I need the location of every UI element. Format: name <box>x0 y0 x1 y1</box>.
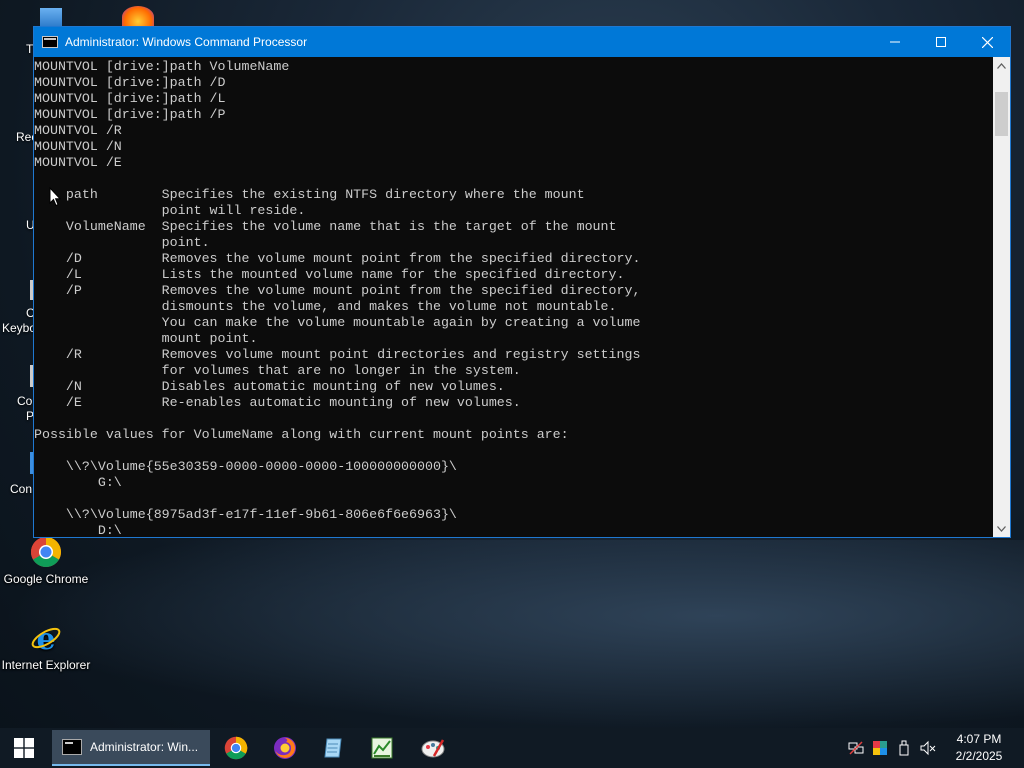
mouse-pointer-icon <box>49 187 61 207</box>
tray-volume[interactable] <box>916 728 940 768</box>
console-line: G:\ <box>34 475 122 490</box>
minimize-button[interactable] <box>872 27 918 57</box>
usb-icon <box>899 740 909 756</box>
console-line: /R Removes volume mount point directorie… <box>34 347 641 362</box>
tray-network[interactable] <box>844 728 868 768</box>
color-icon <box>873 741 887 755</box>
chrome-icon <box>224 736 248 760</box>
console-line: \\?\Volume{8975ad3f-e17f-11ef-9b61-806e6… <box>34 507 457 522</box>
close-icon <box>981 36 993 48</box>
tray-color[interactable] <box>868 728 892 768</box>
console-line: VolumeName Specifies the volume name tha… <box>34 219 617 234</box>
notepad-icon <box>324 738 342 758</box>
maximize-icon <box>936 37 946 47</box>
console-line: You can make the volume mountable again … <box>34 315 641 330</box>
desktop-label-partial: Keybo <box>2 321 37 335</box>
console-line: /D Removes the volume mount point from t… <box>34 251 641 266</box>
chevron-up-icon <box>997 62 1006 69</box>
desktop-icon-label: Google Chrome <box>3 572 89 586</box>
firefox-desktop-icon[interactable] <box>122 6 154 28</box>
tray-usb[interactable] <box>892 728 916 768</box>
close-button[interactable] <box>964 27 1010 57</box>
command-prompt-window[interactable]: Administrator: Windows Command Processor… <box>33 26 1011 538</box>
taskbar-item-command-prompt[interactable]: Administrator: Win... <box>52 730 210 766</box>
taskbar-item-label: Administrator: Win... <box>90 740 199 754</box>
console-line: MOUNTVOL [drive:]path /P <box>34 107 226 122</box>
console-line: MOUNTVOL /R <box>34 123 122 138</box>
desktop-icon-label: Internet Explorer <box>1 658 91 672</box>
console-app-icon <box>62 739 82 755</box>
spreadsheet-icon <box>371 737 393 759</box>
console-line: /L Lists the mounted volume name for the… <box>34 267 625 282</box>
console-line: MOUNTVOL /E <box>34 155 122 170</box>
console-text: MOUNTVOL [drive:]path VolumeName MOUNTVO… <box>34 57 995 537</box>
svg-text:e: e <box>36 622 55 654</box>
console-line: D:\ <box>34 523 122 537</box>
console-line: /P Removes the volume mount point from t… <box>34 283 641 298</box>
console-output[interactable]: MOUNTVOL [drive:]path VolumeName MOUNTVO… <box>34 57 995 537</box>
taskbar-pinned-spreadsheet[interactable] <box>370 736 394 760</box>
taskbar-clock[interactable]: 4:07 PM 2/2/2025 <box>944 731 1014 765</box>
taskbar-pinned-paint[interactable] <box>420 736 445 760</box>
console-line: mount point. <box>34 331 258 346</box>
vertical-scrollbar[interactable] <box>993 57 1010 537</box>
console-line: Possible values for VolumeName along wit… <box>34 427 569 442</box>
clock-time: 4:07 PM <box>956 732 1002 746</box>
console-line: /N Disables automatic mounting of new vo… <box>34 379 505 394</box>
maximize-button[interactable] <box>918 27 964 57</box>
scroll-down-button[interactable] <box>993 520 1010 537</box>
console-line: /E Re-enables automatic mounting of new … <box>34 395 521 410</box>
console-line: MOUNTVOL [drive:]path /L <box>34 91 226 106</box>
window-title: Administrator: Windows Command Processor <box>65 35 308 49</box>
taskbar-pinned-notepad[interactable] <box>322 736 346 760</box>
console-line: dismounts the volume, and makes the volu… <box>34 299 617 314</box>
desktop-icon-internet-explorer[interactable]: e Internet Explorer <box>0 622 94 672</box>
volume-muted-icon <box>920 740 936 756</box>
chevron-down-icon <box>997 525 1006 532</box>
desktop-label-partial: Con <box>10 482 33 496</box>
taskbar-pinned-chrome[interactable] <box>224 736 248 760</box>
console-line: point. <box>34 235 210 250</box>
console-app-icon <box>42 36 58 48</box>
internet-explorer-icon: e <box>30 622 62 657</box>
console-line: MOUNTVOL [drive:]path VolumeName <box>34 59 290 74</box>
system-tray: 4:07 PM 2/2/2025 <box>844 728 1024 768</box>
firefox-icon <box>274 737 296 759</box>
desktop-icon-partial-top[interactable] <box>40 8 62 28</box>
console-line: MOUNTVOL [drive:]path /D <box>34 75 226 90</box>
network-icon <box>848 741 864 755</box>
taskbar-pinned-firefox[interactable] <box>273 736 297 760</box>
taskbar: Administrator: Win... 4:07 PM 2/2/2025 <box>0 728 1024 768</box>
clock-date: 2/2/2025 <box>955 749 1003 763</box>
console-line: MOUNTVOL /N <box>34 139 122 154</box>
start-button[interactable] <box>0 728 48 768</box>
minimize-icon <box>890 41 900 43</box>
desktop-label-partial: Co <box>17 394 33 408</box>
desktop-icon-google-chrome[interactable]: Google Chrome <box>0 536 94 586</box>
scrollbar-thumb[interactable] <box>995 92 1008 136</box>
chrome-icon <box>30 536 62 568</box>
scroll-up-button[interactable] <box>993 57 1010 74</box>
paint-icon <box>421 739 445 758</box>
windows-logo-icon <box>14 738 34 758</box>
desktop-background <box>0 540 1024 730</box>
console-line: for volumes that are no longer in the sy… <box>34 363 521 378</box>
console-line: \\?\Volume{55e30359-0000-0000-0000-10000… <box>34 459 457 474</box>
console-line: point will reside. <box>34 203 306 218</box>
console-line: path Specifies the existing NTFS directo… <box>34 187 585 202</box>
window-titlebar[interactable]: Administrator: Windows Command Processor <box>34 27 1010 57</box>
